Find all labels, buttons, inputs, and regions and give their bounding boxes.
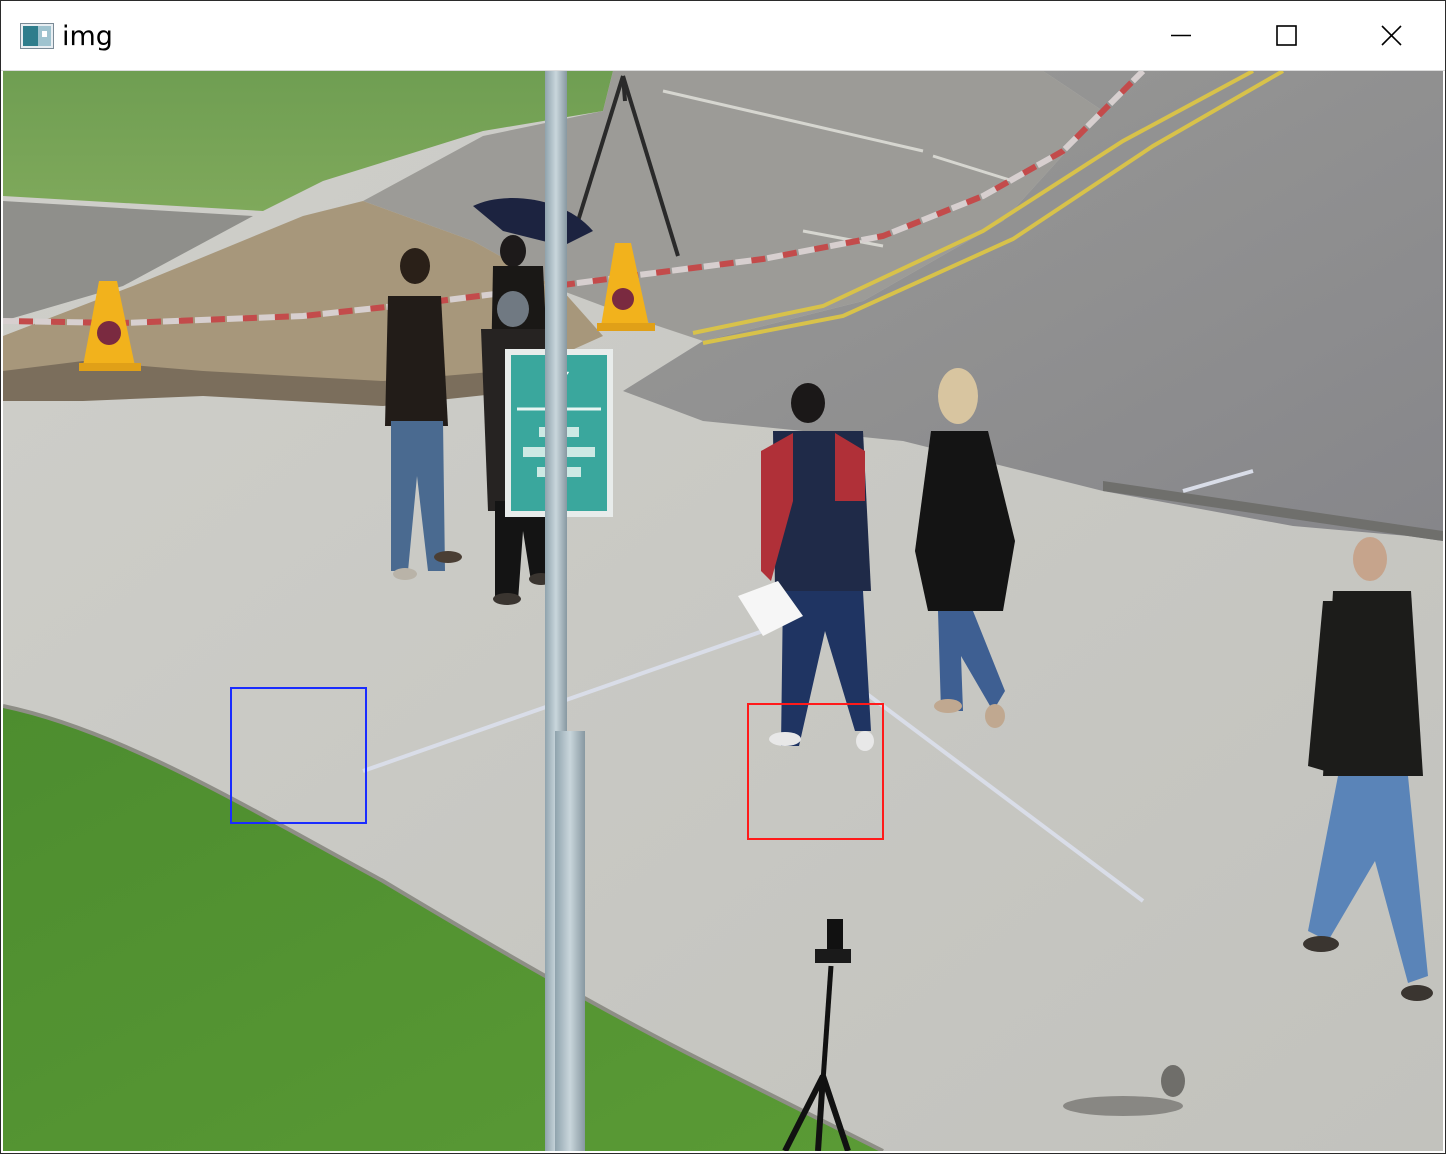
- surveillance-frame: ✓: [3, 71, 1443, 1151]
- puddle: [1063, 1096, 1183, 1116]
- detection-box-blue: [230, 687, 367, 824]
- minimize-button[interactable]: [1129, 1, 1233, 71]
- close-icon: [1381, 25, 1402, 46]
- image-window: img: [0, 0, 1446, 1154]
- image-viewport: ✓: [3, 71, 1443, 1151]
- close-button[interactable]: [1339, 1, 1443, 71]
- window-title: img: [62, 21, 113, 52]
- lamp-pole-base: [555, 731, 585, 1151]
- maximize-icon: [1276, 25, 1297, 46]
- detection-box-red: [747, 703, 884, 840]
- maximize-button[interactable]: [1234, 1, 1338, 71]
- puddle-small: [1161, 1065, 1185, 1097]
- titlebar[interactable]: img: [1, 1, 1445, 71]
- image-window-icon: [20, 23, 54, 49]
- minimize-icon: [1171, 34, 1191, 37]
